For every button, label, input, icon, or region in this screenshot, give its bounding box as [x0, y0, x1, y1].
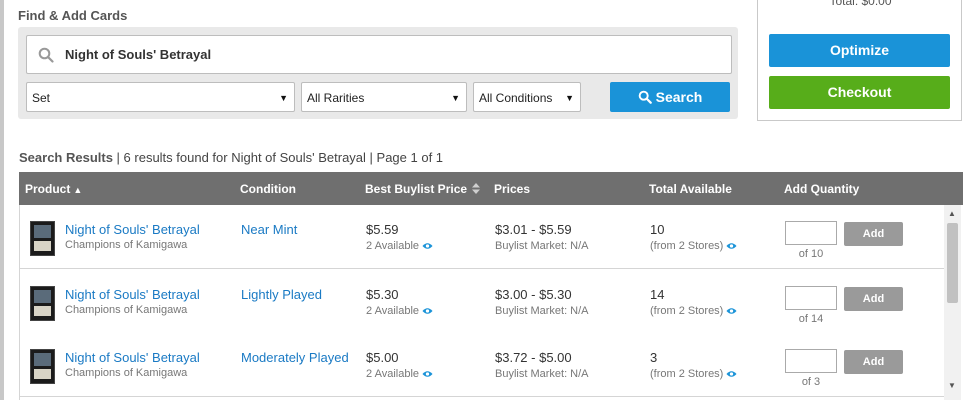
- condition-select-value: All Conditions: [479, 91, 553, 105]
- product-name-link[interactable]: Night of Souls' Betrayal: [65, 350, 200, 365]
- column-add-quantity: Add Quantity: [784, 182, 860, 196]
- condition-select[interactable]: All Conditions ▼: [473, 82, 581, 112]
- column-product-label: Product: [25, 182, 71, 196]
- results-table: Night of Souls' Betrayal Champions of Ka…: [19, 205, 963, 400]
- buylist-available[interactable]: 2 Available: [366, 240, 433, 252]
- eye-icon[interactable]: [422, 370, 433, 378]
- results-summary: Search Results | 6 results found for Nig…: [19, 150, 443, 165]
- search-input[interactable]: [65, 36, 715, 73]
- optimize-button[interactable]: Optimize: [769, 34, 950, 67]
- condition-link[interactable]: Moderately Played: [241, 350, 349, 365]
- quantity-max: of 3: [801, 376, 821, 388]
- buylist-available[interactable]: 2 Available: [366, 368, 433, 380]
- product-name-link[interactable]: Night of Souls' Betrayal: [65, 287, 200, 302]
- price-range: $3.01 - $5.59: [495, 222, 572, 237]
- column-best-buylist-label: Best Buylist Price: [365, 182, 468, 196]
- eye-icon[interactable]: [726, 370, 737, 378]
- search-icon: [638, 90, 652, 104]
- buylist-price: $5.30: [366, 287, 399, 302]
- card-thumbnail[interactable]: [30, 349, 55, 384]
- store-count[interactable]: (from 2 Stores): [650, 305, 737, 317]
- column-best-buylist[interactable]: Best Buylist Price: [365, 182, 481, 196]
- buylist-available[interactable]: 2 Available: [366, 305, 433, 317]
- scroll-up-icon[interactable]: ▲: [948, 209, 956, 218]
- price-range: $3.00 - $5.30: [495, 287, 572, 302]
- card-thumbnail[interactable]: [30, 221, 55, 256]
- product-set: Champions of Kamigawa: [65, 239, 188, 251]
- search-button-label: Search: [655, 89, 703, 105]
- quantity-input[interactable]: [785, 221, 837, 245]
- card-thumbnail[interactable]: [30, 286, 55, 321]
- price-range: $3.72 - $5.00: [495, 350, 572, 365]
- search-icon: [38, 47, 54, 63]
- buylist-available-text: 2 Available: [366, 240, 420, 252]
- cart-summary: Total: $0.00 Optimize Checkout: [757, 0, 962, 121]
- sort-up-icon: ▲: [73, 185, 83, 195]
- quantity-input[interactable]: [785, 286, 837, 310]
- sort-both-icon: [472, 183, 481, 194]
- buylist-price: $5.59: [366, 222, 399, 237]
- store-count-text: (from 2 Stores): [650, 305, 724, 317]
- quantity-max: of 14: [798, 313, 824, 325]
- store-count-text: (from 2 Stores): [650, 240, 724, 252]
- buylist-market: Buylist Market: N/A: [495, 305, 589, 317]
- add-button[interactable]: Add: [844, 222, 903, 246]
- quantity-max: of 10: [798, 248, 824, 260]
- product-set: Champions of Kamigawa: [65, 367, 188, 379]
- buylist-price: $5.00: [366, 350, 399, 365]
- column-product[interactable]: Product ▲: [25, 182, 82, 196]
- condition-link[interactable]: Lightly Played: [241, 287, 322, 302]
- table-row: Night of Souls' Betrayal Champions of Ka…: [20, 333, 945, 397]
- eye-icon[interactable]: [422, 242, 433, 250]
- dropdown-arrow-icon: ▼: [451, 93, 460, 103]
- set-select[interactable]: Set ▼: [26, 82, 295, 112]
- eye-icon[interactable]: [726, 242, 737, 250]
- add-button[interactable]: Add: [844, 287, 903, 311]
- total-available: 10: [650, 222, 665, 237]
- results-count: | 6 results found for Night of Souls' Be…: [112, 150, 444, 165]
- product-set: Champions of Kamigawa: [65, 304, 188, 316]
- results-scrollbar[interactable]: ▲ ▼: [944, 205, 961, 400]
- store-count[interactable]: (from 2 Stores): [650, 368, 737, 380]
- buylist-available-text: 2 Available: [366, 368, 420, 380]
- search-box[interactable]: [26, 35, 732, 74]
- total-available: 14: [650, 287, 665, 302]
- dropdown-arrow-icon: ▼: [565, 93, 574, 103]
- rarity-select-value: All Rarities: [307, 91, 365, 105]
- results-label: Search Results: [19, 150, 113, 165]
- eye-icon[interactable]: [422, 307, 433, 315]
- set-select-value: Set: [32, 91, 51, 105]
- scrollbar-thumb[interactable]: [947, 223, 958, 303]
- section-title: Find & Add Cards: [18, 8, 128, 23]
- table-row: Night of Souls' Betrayal Champions of Ka…: [20, 205, 945, 269]
- left-border: [0, 0, 4, 400]
- buylist-market: Buylist Market: N/A: [495, 240, 589, 252]
- checkout-button[interactable]: Checkout: [769, 76, 950, 109]
- rarity-select[interactable]: All Rarities ▼: [301, 82, 467, 112]
- table-header: Product ▲ Condition Best Buylist Price Pr…: [19, 172, 963, 205]
- eye-icon[interactable]: [726, 307, 737, 315]
- add-button[interactable]: Add: [844, 350, 903, 374]
- page: Find & Add Cards Set ▼ All Rarities ▼ Al…: [0, 0, 977, 400]
- table-row: Night of Souls' Betrayal Champions of Ka…: [20, 270, 945, 334]
- search-button[interactable]: Search: [610, 82, 730, 112]
- buylist-available-text: 2 Available: [366, 305, 420, 317]
- dropdown-arrow-icon: ▼: [279, 93, 288, 103]
- product-name-link[interactable]: Night of Souls' Betrayal: [65, 222, 200, 237]
- store-count[interactable]: (from 2 Stores): [650, 240, 737, 252]
- condition-link[interactable]: Near Mint: [241, 222, 297, 237]
- column-total-available: Total Available: [649, 182, 732, 196]
- store-count-text: (from 2 Stores): [650, 368, 724, 380]
- column-prices: Prices: [494, 182, 531, 196]
- quantity-input[interactable]: [785, 349, 837, 373]
- search-panel: Set ▼ All Rarities ▼ All Conditions ▼ Se…: [18, 27, 738, 119]
- column-condition: Condition: [240, 182, 296, 196]
- cart-total: Total: $0.00: [829, 0, 892, 8]
- buylist-market: Buylist Market: N/A: [495, 368, 589, 380]
- scroll-down-icon[interactable]: ▼: [948, 381, 956, 390]
- total-available: 3: [650, 350, 658, 365]
